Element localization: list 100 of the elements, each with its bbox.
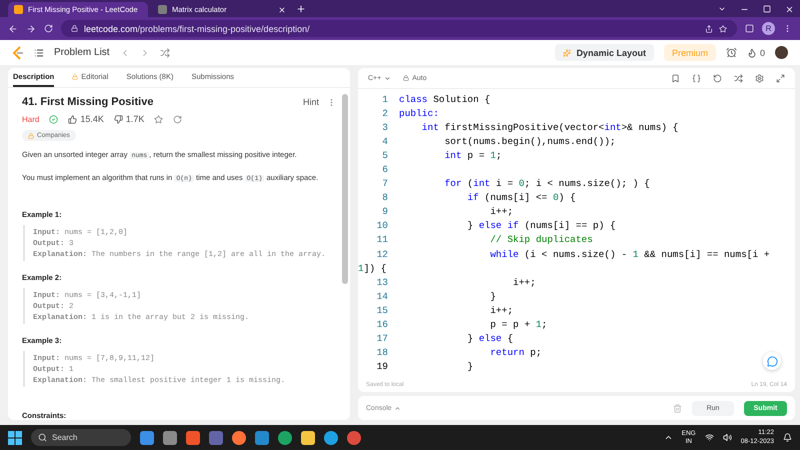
streak-counter[interactable]: 0 [746,48,765,58]
dislike-button[interactable]: 1.7K [114,114,144,124]
code-line: for (int i = 0; i < nums.size(); ) { [444,178,650,190]
dynamic-layout-button[interactable]: Dynamic Layout [555,44,654,61]
address-field[interactable]: leetcode.com/problems/first-missing-positive/description/ [61,20,737,37]
app-icon[interactable] [324,430,338,444]
line-number: 14 [376,290,388,302]
chat-button[interactable] [763,352,781,370]
line-number: 11 [376,234,388,246]
code-line: // Skip duplicates [489,234,593,246]
line-number: 13 [376,276,388,288]
bell-icon[interactable] [783,433,792,442]
app-icon[interactable] [232,430,246,444]
check-circle-icon [49,114,58,124]
app-icon[interactable] [186,430,200,444]
code-line: } else { [466,333,514,344]
code-line: public: [399,108,439,119]
app-icon[interactable] [140,430,154,444]
alarm-clock-icon[interactable] [726,47,737,58]
folder-icon[interactable] [301,430,315,444]
app-icon[interactable] [209,430,223,444]
line-number: 2 [381,108,388,119]
forward-icon[interactable] [26,24,36,34]
thumbs-down-icon [114,114,123,124]
line-number: 5 [381,150,388,161]
search-icon [38,433,47,442]
code-line: int p = 1; [444,150,502,161]
line-number: 8 [381,192,388,204]
problem-title: 41. First Missing Positive [22,96,154,108]
scrollbar-thumb[interactable] [342,94,348,284]
chat-bubble-icon [766,356,778,366]
lock-icon [72,74,78,80]
line-number: 4 [381,136,388,147]
line-number: 7 [381,178,388,190]
code-line: } else if (nums[i] == p) { [466,220,616,232]
speaker-icon[interactable] [722,433,732,442]
code-line: i++; [489,206,514,218]
code-line: sort(nums.begin(),nums.end()); [444,136,616,147]
reload-icon[interactable] [44,24,53,33]
line-number: 6 [381,164,388,176]
side-panel-icon[interactable] [745,24,754,33]
braces-icon[interactable] [692,74,701,82]
wifi-icon[interactable] [704,433,714,442]
chevron-up-icon[interactable] [664,433,673,442]
app-icon[interactable] [163,430,177,444]
chevron-down-icon [384,74,392,82]
line-number: 16 [376,319,388,330]
line-number: 9 [381,206,388,218]
code-line: } [489,290,496,302]
star-icon[interactable] [154,114,164,124]
line-number: 17 [376,333,388,344]
line-number: 19 [376,361,388,372]
profile-avatar[interactable]: R [762,22,775,35]
code-line: i++; [489,304,514,316]
code-line: while (i < nums.size() - 1 && nums[i] == nums[i + [489,248,770,260]
reset-icon[interactable] [713,74,722,82]
tab-favicon [14,5,23,14]
code-line: return p; [489,347,542,358]
code-line: 1]) { [358,262,387,274]
close-icon[interactable] [785,5,794,14]
lock-icon [71,25,78,32]
tab-favicon [158,5,167,14]
lock-icon [403,75,410,81]
code-line: class Solution { [399,94,490,105]
like-button[interactable]: 15.4K [68,114,104,124]
line-number: 1 [381,94,388,105]
app-icon[interactable] [347,430,361,444]
taskbar-search-field[interactable]: Search [31,429,131,446]
bookmark-icon[interactable] [671,74,680,82]
user-avatar[interactable] [775,46,788,59]
line-number: 12 [376,248,388,260]
chevron-up-icon [394,404,401,412]
code-line: } [466,361,474,372]
lock-icon [28,132,34,138]
windows-start-icon[interactable] [8,430,22,444]
shuffle-icon[interactable] [160,48,170,58]
settings-icon[interactable] [755,74,764,82]
line-number: 18 [376,347,388,358]
list-icon[interactable] [34,48,44,58]
maximize-icon[interactable] [763,5,771,13]
code-line: if (nums[i] <= 0) { [466,192,576,204]
chevron-down-icon[interactable] [718,5,726,13]
shuffle-icon[interactable] [734,74,743,82]
line-number: 3 [381,122,388,133]
app-icon[interactable] [255,430,269,444]
line-number: 15 [376,304,388,316]
problem-list-link[interactable]: Problem List [54,47,110,58]
difficulty-label: Hard [22,114,40,124]
close-icon[interactable] [278,6,286,14]
thumbs-up-icon [68,114,78,124]
back-icon[interactable] [8,24,18,34]
new-tab-icon[interactable] [296,4,306,14]
code-line: i++; [512,276,536,288]
app-icon[interactable] [278,430,292,444]
sparkle-icon [563,48,572,56]
code-line: int firstMissingPositive(vector<int>& nums) { [420,122,678,133]
line-number: 10 [376,220,388,232]
code-line: p = p + 1; [489,319,548,330]
hint-link[interactable]: Hint [302,97,319,107]
expand-icon[interactable] [776,74,785,82]
